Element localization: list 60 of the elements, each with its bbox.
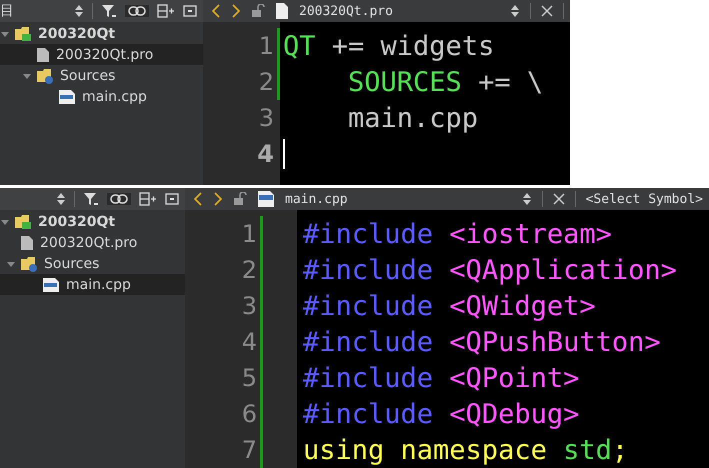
file-name[interactable]: 200320Qt.pro [299,4,393,18]
text-cursor [283,139,285,169]
qt-folder-icon [14,26,32,42]
split-add-icon[interactable] [139,192,157,206]
link-icon[interactable] [125,5,149,17]
line-number: 6 [242,400,257,428]
tree-item[interactable]: Sources [0,253,185,274]
code-line: #include <QPushButton> [303,326,661,358]
close-icon[interactable] [541,5,553,17]
window-icon[interactable] [183,5,197,17]
line-number: 7 [242,436,257,464]
file-icon [20,234,34,250]
tree-item[interactable]: 200320Qt [0,211,185,232]
lock-icon[interactable] [233,192,247,206]
sort-arrows-icon[interactable] [56,192,66,206]
tree-item[interactable]: Sources [0,65,203,86]
sort-arrows-icon[interactable] [74,4,84,18]
line-number: 3 [242,292,257,320]
tree-item[interactable]: 200320Qt.pro [0,232,185,253]
code-line: using namespace std; [303,434,628,466]
tree-item[interactable]: main.cpp [0,274,185,295]
symbol-selector[interactable]: <Select Symbol> [586,192,703,206]
filter-icon[interactable] [101,4,117,18]
window-icon[interactable] [165,193,179,205]
line-number: 2 [242,256,257,284]
code-line: #include <QWidget> [303,290,596,322]
link-icon[interactable] [107,193,131,205]
split-add-icon[interactable] [157,4,175,18]
code-line: SOURCES += \ [347,66,544,98]
tree-item[interactable]: main.cpp [0,86,203,107]
line-number: 5 [242,364,257,392]
line-number: 1 [258,32,274,60]
close-icon[interactable] [552,193,565,205]
file-icon [36,46,50,62]
filter-icon[interactable] [83,192,99,206]
cpp-folder-icon [20,256,38,272]
code-line: #include <QApplication> [303,254,677,286]
line-number: 4 [242,328,257,356]
code-line: QT += widgets [283,30,494,62]
file-name[interactable]: main.cpp [285,192,348,206]
sort-arrows-icon[interactable] [522,192,532,206]
sidebar-title: 目 [0,2,14,20]
tree-item[interactable]: 200320Qt [0,23,203,44]
code-line: #include <QPoint> [303,362,580,394]
sort-arrows-icon[interactable] [510,4,520,18]
cpp-folder-icon [36,68,54,84]
code-line: #include <QDebug> [303,398,580,430]
file-icon [275,2,289,20]
qt-folder-icon [14,214,32,230]
line-number: 4 [257,140,274,168]
cpp-file-icon [58,88,76,104]
lock-icon[interactable] [251,4,265,18]
line-number: 2 [258,68,274,96]
cpp-file-icon [257,190,275,208]
line-number: 1 [242,220,257,248]
tree-item[interactable]: 200320Qt.pro [0,44,203,65]
code-line: #include <iostream> [303,218,612,250]
cpp-file-icon [42,276,60,292]
line-number: 3 [258,104,274,132]
code-line: main.cpp [347,102,478,134]
